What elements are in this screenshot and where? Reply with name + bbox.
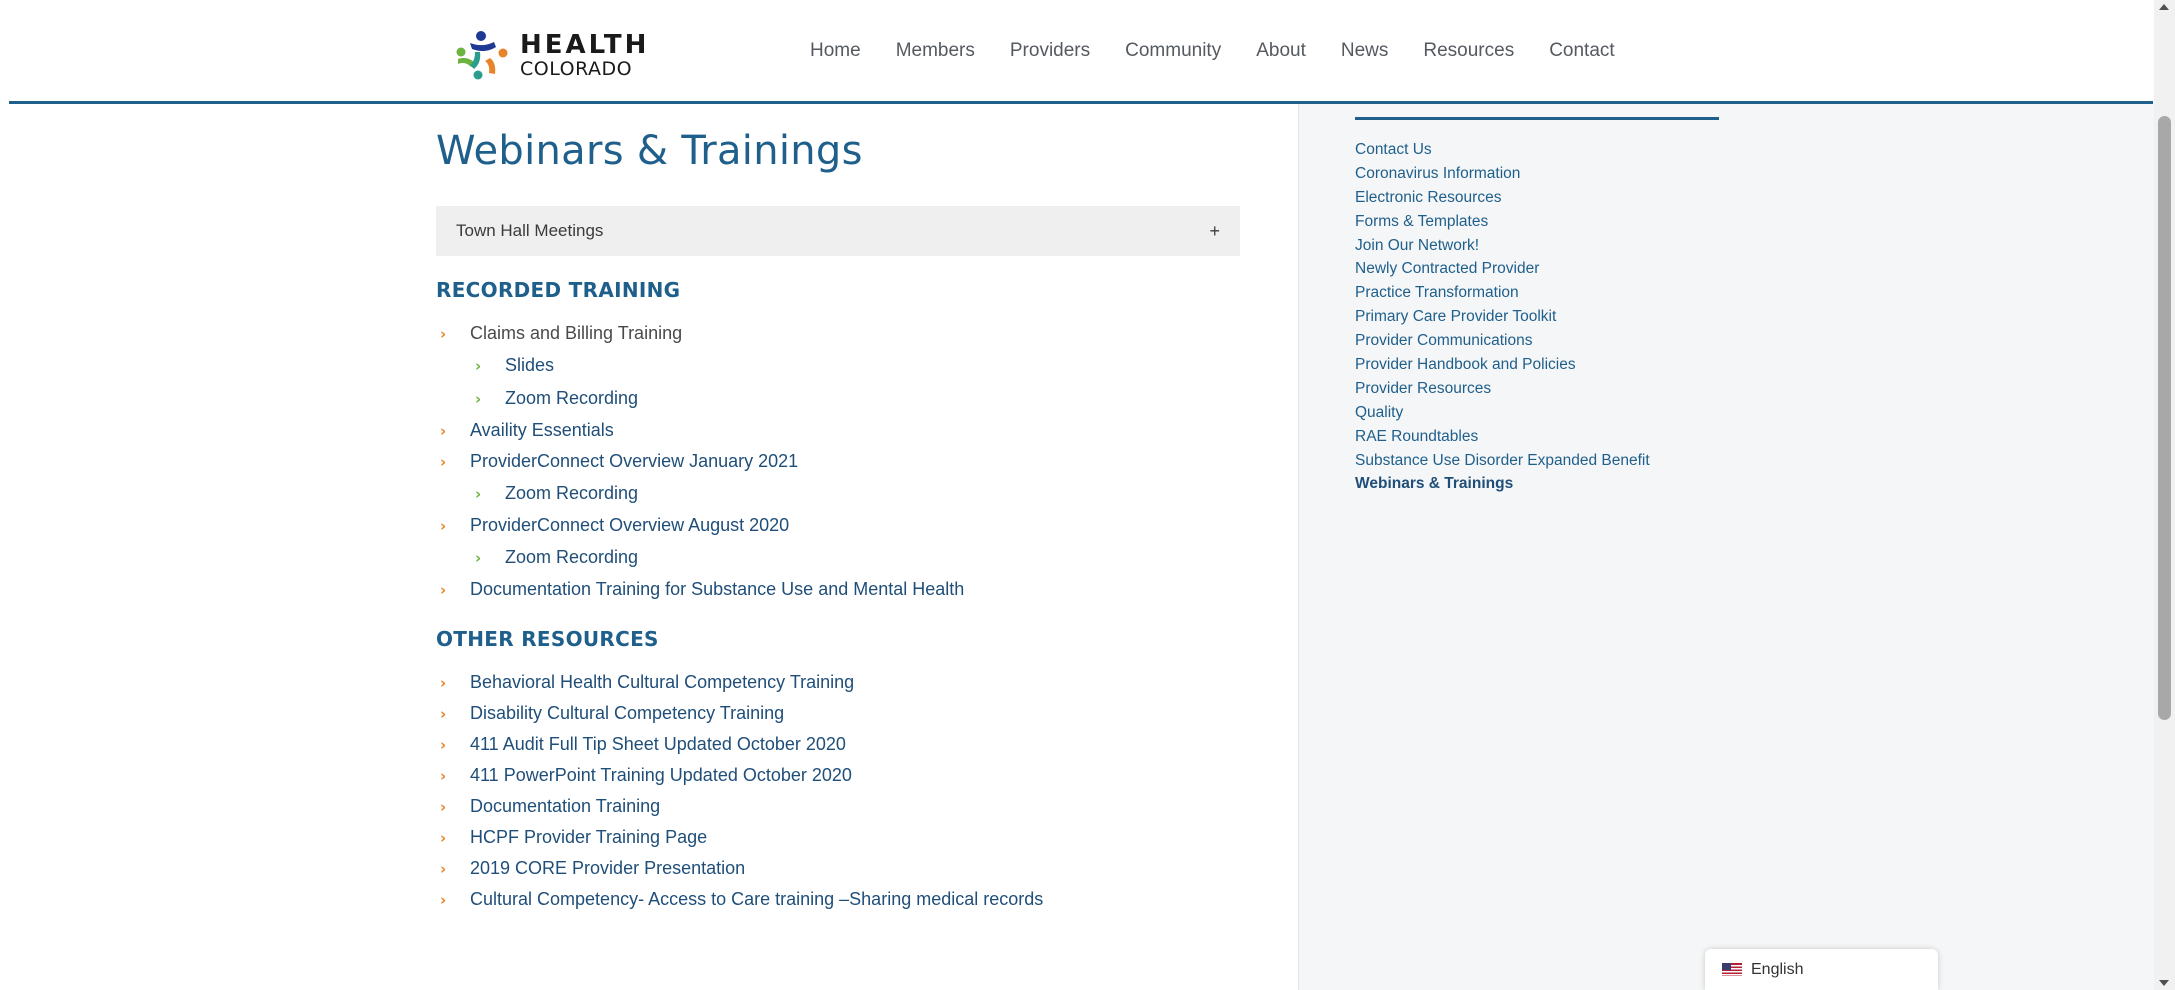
us-flag-icon [1722,963,1742,976]
language-label: English [1751,960,1804,978]
list-item: › ProviderConnect Overview January 2021 [436,446,1260,477]
resource-link[interactable]: Zoom Recording [505,388,638,409]
other-resources-heading: OTHER RESOURCES [436,627,659,651]
nav-providers[interactable]: Providers [1010,40,1090,62]
sidebar-item[interactable]: Webinars & Trainings [1355,472,1650,496]
sub-list-item: › Zoom Recording [436,382,1260,415]
list-item: › 411 PowerPoint Training Updated October… [436,760,1260,791]
list-item: › Disability Cultural Competency Training [436,698,1260,729]
sidebar-item[interactable]: Provider Handbook and Policies [1355,353,1650,377]
recorded-training-list: › Claims and Billing Training › Slides › Zoom… [436,318,1260,605]
sidebar-item[interactable]: Electronic Resources [1355,186,1650,210]
chevron-right-icon: › [440,890,447,909]
chevron-right-icon: › [475,484,482,503]
resource-link[interactable]: 411 PowerPoint Training Updated October … [470,765,852,786]
sub-list-item: › Slides [436,349,1260,382]
sidebar-item[interactable]: Coronavirus Information [1355,162,1650,186]
other-resources-list: › Behavioral Health Cultural Competency T… [436,667,1260,915]
chevron-right-icon: › [440,673,447,692]
main-content: Webinars & Trainings Town Hall Meetings … [436,106,1260,915]
town-hall-accordion[interactable]: Town Hall Meetings + [436,206,1240,256]
list-item: › Documentation Training for Substance Us… [436,574,1260,605]
resource-link[interactable]: Disability Cultural Competency Training [470,703,784,724]
list-item: › HCPF Provider Training Page [436,822,1260,853]
plus-icon[interactable]: + [1209,221,1220,242]
sidebar-item[interactable]: Practice Transformation [1355,281,1650,305]
sidebar-item[interactable]: RAE Roundtables [1355,425,1650,449]
nav-news[interactable]: News [1341,40,1389,62]
sidebar-item[interactable]: Provider Resources [1355,377,1650,401]
resource-link[interactable]: 411 Audit Full Tip Sheet Updated October… [470,734,846,755]
chevron-right-icon: › [440,580,447,599]
language-switcher[interactable]: English [1705,949,1938,990]
list-item: › 411 Audit Full Tip Sheet Updated Octobe… [436,729,1260,760]
nav-contact[interactable]: Contact [1549,40,1614,62]
nav-members[interactable]: Members [896,40,975,62]
scroll-thumb[interactable] [2158,116,2171,720]
chevron-right-icon: › [440,516,447,535]
chevron-right-icon: › [440,828,447,847]
sidebar-item[interactable]: Substance Use Disorder Expanded Benefit [1355,449,1650,473]
resource-link[interactable]: ProviderConnect Overview January 2021 [470,451,798,472]
list-item: › Cultural Competency- Access to Care tra… [436,884,1260,915]
nav-about[interactable]: About [1256,40,1306,62]
sub-list-item: › Zoom Recording [436,477,1260,510]
sidebar-item[interactable]: Forms & Templates [1355,210,1650,234]
resource-link[interactable]: ProviderConnect Overview August 2020 [470,515,789,536]
sidebar-item[interactable]: Contact Us [1355,138,1650,162]
page-title: Webinars & Trainings [436,128,863,174]
logo-figures-icon [450,28,514,82]
list-item: › Claims and Billing Training [436,318,1260,349]
chevron-right-icon: › [475,356,482,375]
nav-community[interactable]: Community [1125,40,1221,62]
resource-link[interactable]: Claims and Billing Training [470,323,682,344]
resource-link[interactable]: Behavioral Health Cultural Competency Tr… [470,672,854,693]
chevron-right-icon: › [440,735,447,754]
sub-list-item: › Zoom Recording [436,541,1260,574]
nav-home[interactable]: Home [810,40,861,62]
resource-link[interactable]: Zoom Recording [505,483,638,504]
resource-link[interactable]: Slides [505,355,554,376]
sidebar-divider [1355,117,1719,120]
page-scrollbar[interactable] [2154,0,2175,990]
chevron-right-icon: › [440,766,447,785]
resource-link[interactable]: HCPF Provider Training Page [470,827,707,848]
chevron-right-icon: › [440,324,447,343]
logo-text-colorado: COLORADO [520,57,633,80]
resource-link[interactable]: Documentation Training for Substance Use… [470,579,964,600]
site-header: HEALTH COLORADO Home Members Providers C… [0,0,2154,106]
resource-link[interactable]: Zoom Recording [505,547,638,568]
resource-link[interactable]: Availity Essentials [470,420,614,441]
list-item: › 2019 CORE Provider Presentation [436,853,1260,884]
chevron-right-icon: › [475,548,482,567]
sidebar-item[interactable]: Primary Care Provider Toolkit [1355,305,1650,329]
list-item: › Availity Essentials [436,415,1260,446]
main-nav: Home Members Providers Community About N… [810,40,1650,62]
sidebar-menu: Contact Us Coronavirus Information Electro… [1355,138,1650,496]
chevron-right-icon: › [440,859,447,878]
chevron-right-icon: › [475,389,482,408]
nav-resources[interactable]: Resources [1423,40,1514,62]
chevron-right-icon: › [440,421,447,440]
resource-link[interactable]: Documentation Training [470,796,660,817]
scroll-down-arrow-icon[interactable] [2159,980,2169,986]
chevron-right-icon: › [440,452,447,471]
sidebar-item[interactable]: Provider Communications [1355,329,1650,353]
resource-link[interactable]: Cultural Competency- Access to Care trai… [470,889,1043,910]
accordion-label: Town Hall Meetings [456,221,604,240]
health-colorado-logo[interactable]: HEALTH COLORADO [450,28,670,82]
sidebar-item[interactable]: Newly Contracted Provider [1355,257,1650,281]
chevron-right-icon: › [440,797,447,816]
sidebar: Contact Us Coronavirus Information Electro… [1298,104,2154,990]
scroll-up-arrow-icon[interactable] [2159,4,2169,10]
list-item: › ProviderConnect Overview August 2020 [436,510,1260,541]
recorded-training-heading: RECORDED TRAINING [436,278,681,302]
logo-text-health: HEALTH [520,29,650,60]
sidebar-item[interactable]: Quality [1355,401,1650,425]
resource-link[interactable]: 2019 CORE Provider Presentation [470,858,745,879]
list-item: › Behavioral Health Cultural Competency T… [436,667,1260,698]
sidebar-item[interactable]: Join Our Network! [1355,234,1650,258]
list-item: › Documentation Training [436,791,1260,822]
chevron-right-icon: › [440,704,447,723]
